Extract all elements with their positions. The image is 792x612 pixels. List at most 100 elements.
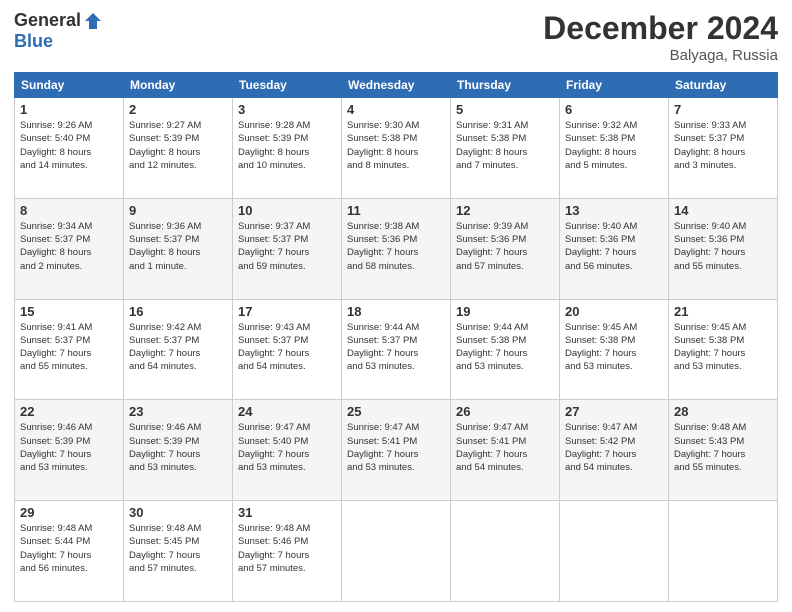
table-row: 3Sunrise: 9:28 AM Sunset: 5:39 PM Daylig… — [233, 98, 342, 199]
day-number: 24 — [238, 404, 336, 419]
week-row: 15Sunrise: 9:41 AM Sunset: 5:37 PM Dayli… — [15, 299, 778, 400]
table-row: 10 Sunrise: 9:37 AM Sunset: 5:37 PM Dayli… — [233, 198, 342, 299]
col-thursday: Thursday — [451, 73, 560, 98]
logo-icon — [83, 11, 103, 31]
day-number: 1 — [20, 102, 118, 117]
week-row: 1 Sunrise: 9:26 AM Sunset: 5:40 PM Daylig… — [15, 98, 778, 199]
table-row: 17 Sunrise: 9:43 AM Sunset: 5:37 PM Dayli… — [233, 299, 342, 400]
table-row: 26Sunrise: 9:47 AM Sunset: 5:41 PM Dayli… — [451, 400, 560, 501]
day-number: 5 — [456, 102, 554, 117]
day-info: Sunrise: 9:45 AM Sunset: 5:38 PM Dayligh… — [674, 321, 772, 374]
table-row: 20Sunrise: 9:45 AM Sunset: 5:38 PM Dayli… — [560, 299, 669, 400]
day-info: Sunrise: 9:40 AM Sunset: 5:36 PM Dayligh… — [674, 220, 772, 273]
table-row: 31 Sunrise: 9:48 AM Sunset: 5:46 PM Dayli… — [233, 501, 342, 602]
table-row: 14 Sunrise: 9:40 AM Sunset: 5:36 PM Dayli… — [669, 198, 778, 299]
table-row: 1 Sunrise: 9:26 AM Sunset: 5:40 PM Daylig… — [15, 98, 124, 199]
table-row: 25 Sunrise: 9:47 AM Sunset: 5:41 PM Dayli… — [342, 400, 451, 501]
day-info: Sunrise: 9:36 AM Sunset: 5:37 PM Dayligh… — [129, 220, 227, 273]
day-number: 12 — [456, 203, 554, 218]
day-info: Sunrise: 9:26 AM Sunset: 5:40 PM Dayligh… — [20, 119, 118, 172]
table-row: 7 Sunrise: 9:33 AM Sunset: 5:37 PM Daylig… — [669, 98, 778, 199]
day-number: 29 — [20, 505, 118, 520]
calendar-container: General Blue December 2024 Balyaga, Russ… — [0, 0, 792, 612]
day-number: 6 — [565, 102, 663, 117]
table-row: 30Sunrise: 9:48 AM Sunset: 5:45 PM Dayli… — [124, 501, 233, 602]
table-row: 6Sunrise: 9:32 AM Sunset: 5:38 PM Daylig… — [560, 98, 669, 199]
col-wednesday: Wednesday — [342, 73, 451, 98]
day-number: 25 — [347, 404, 445, 419]
header-row: Sunday Monday Tuesday Wednesday Thursday… — [15, 73, 778, 98]
day-info: Sunrise: 9:30 AM Sunset: 5:38 PM Dayligh… — [347, 119, 445, 172]
day-number: 28 — [674, 404, 772, 419]
table-row: 21 Sunrise: 9:45 AM Sunset: 5:38 PM Dayli… — [669, 299, 778, 400]
table-row: 9Sunrise: 9:36 AM Sunset: 5:37 PM Daylig… — [124, 198, 233, 299]
table-row: 29 Sunrise: 9:48 AM Sunset: 5:44 PM Dayli… — [15, 501, 124, 602]
day-number: 30 — [129, 505, 227, 520]
day-info: Sunrise: 9:43 AM Sunset: 5:37 PM Dayligh… — [238, 321, 336, 374]
day-number: 19 — [456, 304, 554, 319]
day-info: Sunrise: 9:47 AM Sunset: 5:41 PM Dayligh… — [347, 421, 445, 474]
day-info: Sunrise: 9:28 AM Sunset: 5:39 PM Dayligh… — [238, 119, 336, 172]
day-info: Sunrise: 9:44 AM Sunset: 5:37 PM Dayligh… — [347, 321, 445, 374]
day-number: 14 — [674, 203, 772, 218]
table-row — [669, 501, 778, 602]
table-row: 12Sunrise: 9:39 AM Sunset: 5:36 PM Dayli… — [451, 198, 560, 299]
day-info: Sunrise: 9:42 AM Sunset: 5:37 PM Dayligh… — [129, 321, 227, 374]
location: Balyaga, Russia — [543, 47, 778, 64]
day-number: 17 — [238, 304, 336, 319]
col-sunday: Sunday — [15, 73, 124, 98]
day-info: Sunrise: 9:44 AM Sunset: 5:38 PM Dayligh… — [456, 321, 554, 374]
table-row: 18 Sunrise: 9:44 AM Sunset: 5:37 PM Dayli… — [342, 299, 451, 400]
col-saturday: Saturday — [669, 73, 778, 98]
table-row: 13 Sunrise: 9:40 AM Sunset: 5:36 PM Dayli… — [560, 198, 669, 299]
day-number: 31 — [238, 505, 336, 520]
day-info: Sunrise: 9:34 AM Sunset: 5:37 PM Dayligh… — [20, 220, 118, 273]
day-number: 26 — [456, 404, 554, 419]
logo-general-text: General — [14, 10, 81, 31]
col-tuesday: Tuesday — [233, 73, 342, 98]
day-info: Sunrise: 9:47 AM Sunset: 5:40 PM Dayligh… — [238, 421, 336, 474]
table-row — [560, 501, 669, 602]
day-number: 8 — [20, 203, 118, 218]
day-number: 13 — [565, 203, 663, 218]
day-info: Sunrise: 9:48 AM Sunset: 5:46 PM Dayligh… — [238, 522, 336, 575]
day-info: Sunrise: 9:47 AM Sunset: 5:42 PM Dayligh… — [565, 421, 663, 474]
table-row: 16 Sunrise: 9:42 AM Sunset: 5:37 PM Dayli… — [124, 299, 233, 400]
day-info: Sunrise: 9:33 AM Sunset: 5:37 PM Dayligh… — [674, 119, 772, 172]
logo: General Blue — [14, 10, 103, 52]
day-info: Sunrise: 9:38 AM Sunset: 5:36 PM Dayligh… — [347, 220, 445, 273]
table-row — [342, 501, 451, 602]
day-info: Sunrise: 9:46 AM Sunset: 5:39 PM Dayligh… — [20, 421, 118, 474]
day-number: 21 — [674, 304, 772, 319]
day-number: 16 — [129, 304, 227, 319]
day-info: Sunrise: 9:48 AM Sunset: 5:44 PM Dayligh… — [20, 522, 118, 575]
table-row — [451, 501, 560, 602]
day-number: 22 — [20, 404, 118, 419]
table-row: 19 Sunrise: 9:44 AM Sunset: 5:38 PM Dayli… — [451, 299, 560, 400]
week-row: 29 Sunrise: 9:48 AM Sunset: 5:44 PM Dayli… — [15, 501, 778, 602]
month-title: December 2024 — [543, 10, 778, 47]
day-info: Sunrise: 9:40 AM Sunset: 5:36 PM Dayligh… — [565, 220, 663, 273]
col-monday: Monday — [124, 73, 233, 98]
week-row: 8 Sunrise: 9:34 AM Sunset: 5:37 PM Daylig… — [15, 198, 778, 299]
table-row: 2Sunrise: 9:27 AM Sunset: 5:39 PM Daylig… — [124, 98, 233, 199]
table-row: 27Sunrise: 9:47 AM Sunset: 5:42 PM Dayli… — [560, 400, 669, 501]
day-number: 4 — [347, 102, 445, 117]
table-row: 24 Sunrise: 9:47 AM Sunset: 5:40 PM Dayli… — [233, 400, 342, 501]
day-info: Sunrise: 9:48 AM Sunset: 5:43 PM Dayligh… — [674, 421, 772, 474]
day-info: Sunrise: 9:31 AM Sunset: 5:38 PM Dayligh… — [456, 119, 554, 172]
day-number: 18 — [347, 304, 445, 319]
day-number: 7 — [674, 102, 772, 117]
table-row: 23Sunrise: 9:46 AM Sunset: 5:39 PM Dayli… — [124, 400, 233, 501]
table-row: 5 Sunrise: 9:31 AM Sunset: 5:38 PM Daylig… — [451, 98, 560, 199]
day-number: 11 — [347, 203, 445, 218]
day-info: Sunrise: 9:45 AM Sunset: 5:38 PM Dayligh… — [565, 321, 663, 374]
header: General Blue December 2024 Balyaga, Russ… — [14, 10, 778, 64]
table-row: 28 Sunrise: 9:48 AM Sunset: 5:43 PM Dayli… — [669, 400, 778, 501]
col-friday: Friday — [560, 73, 669, 98]
calendar-table: Sunday Monday Tuesday Wednesday Thursday… — [14, 72, 778, 602]
day-info: Sunrise: 9:37 AM Sunset: 5:37 PM Dayligh… — [238, 220, 336, 273]
week-row: 22 Sunrise: 9:46 AM Sunset: 5:39 PM Dayli… — [15, 400, 778, 501]
day-number: 10 — [238, 203, 336, 218]
day-info: Sunrise: 9:41 AM Sunset: 5:37 PM Dayligh… — [20, 321, 118, 374]
